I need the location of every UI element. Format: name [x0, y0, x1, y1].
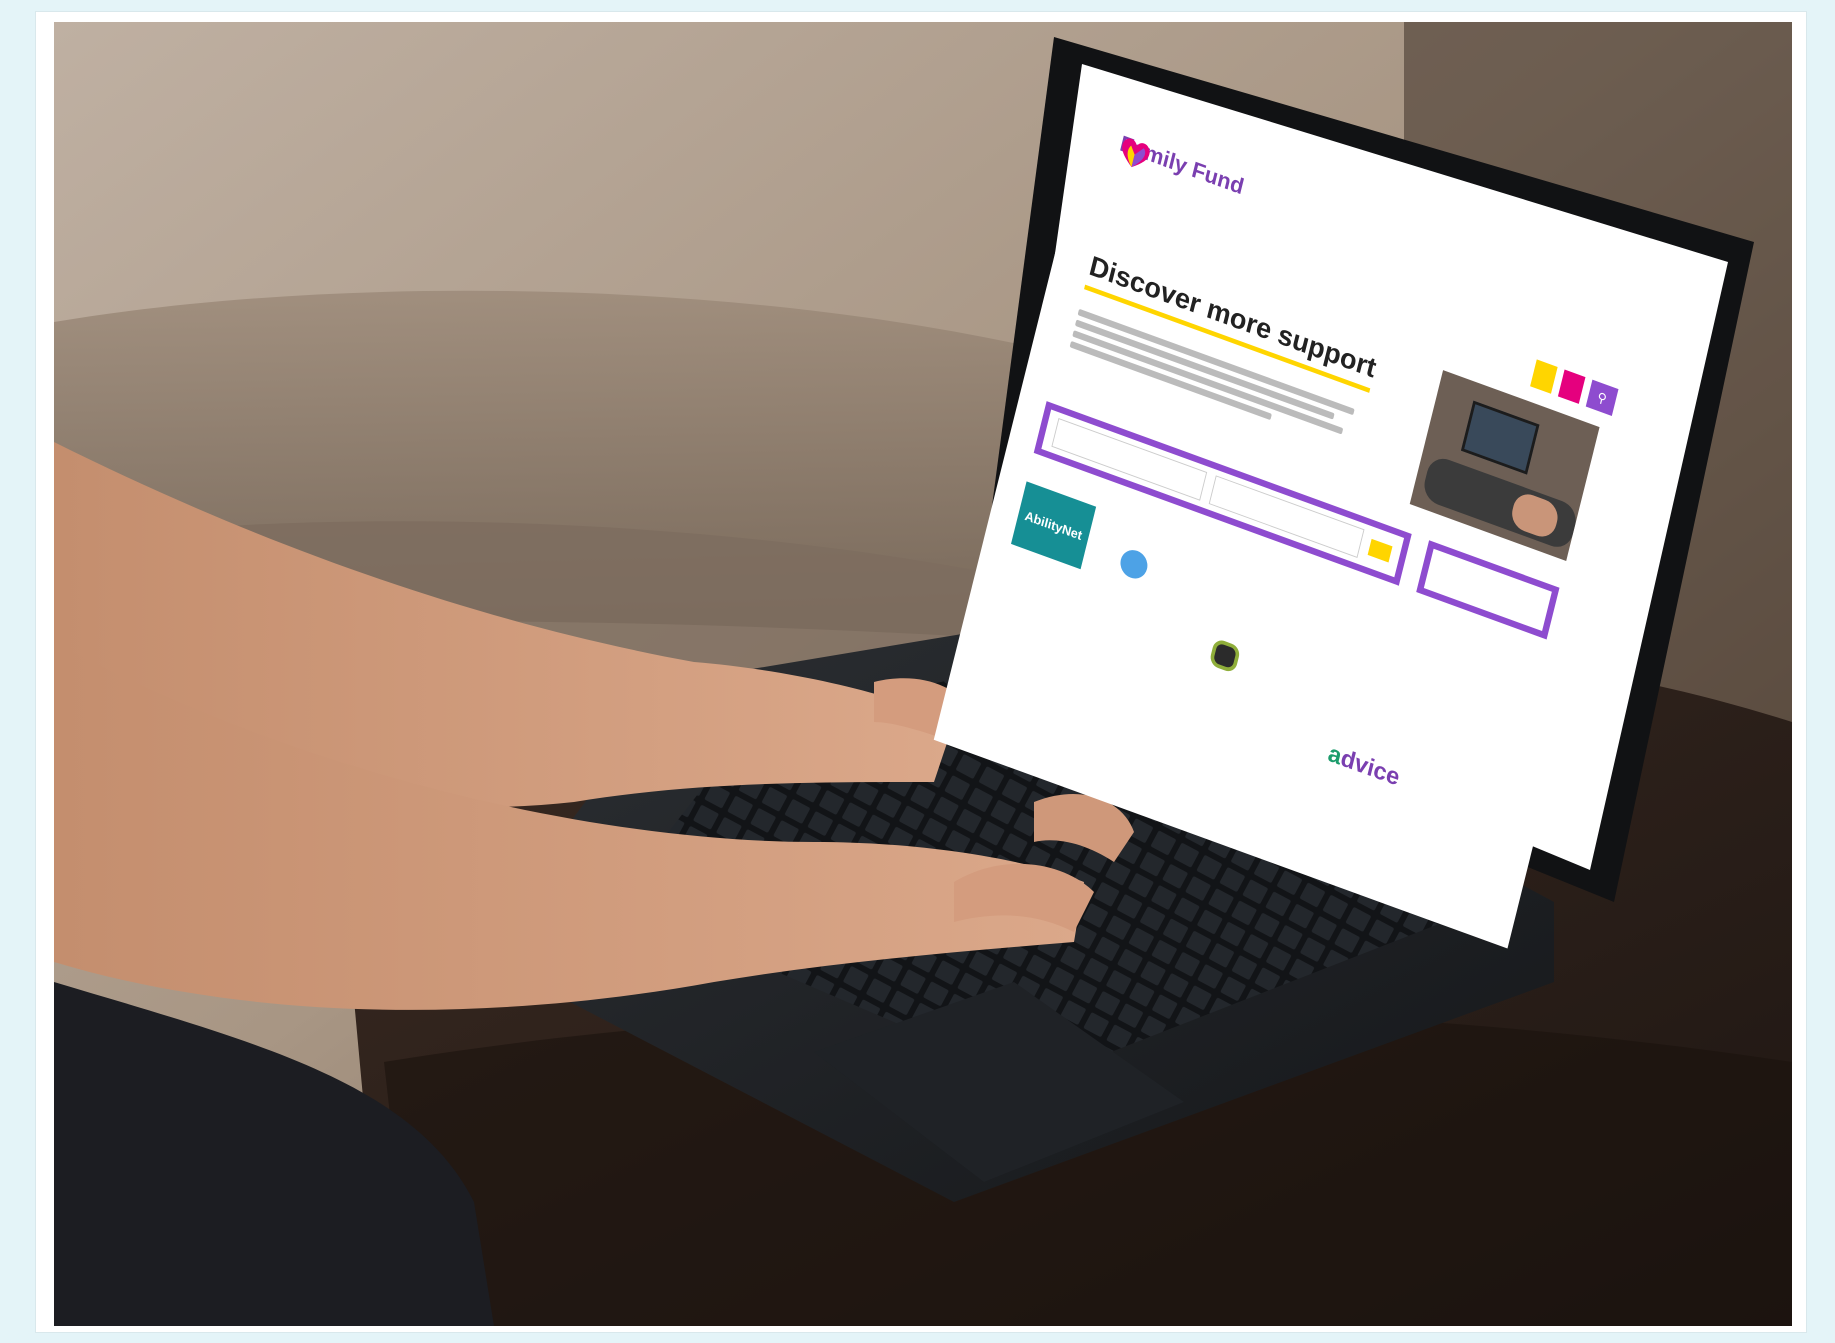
arm-in-photo	[1420, 453, 1580, 553]
photo-frame: Family Fund ⚲ Discover more support Abil…	[36, 12, 1806, 1332]
abilitynet-logo[interactable]: AbilityNet	[1011, 481, 1097, 570]
search-icon: ⚲	[1595, 388, 1609, 407]
filter-button[interactable]	[1367, 538, 1393, 563]
donate-button[interactable]	[1557, 369, 1586, 404]
dvice-logo-text: dvice	[1338, 743, 1403, 792]
header-search-button[interactable]: ⚲	[1585, 379, 1619, 416]
dvice-logo[interactable]: advice	[1325, 739, 1403, 792]
org-logo-blue[interactable]	[1112, 546, 1194, 620]
apply-button[interactable]	[1530, 359, 1558, 394]
org-logo-green[interactable]	[1208, 637, 1242, 674]
heart-logo-icon	[1122, 138, 1150, 168]
monitor-in-photo	[1460, 400, 1540, 475]
laptop-typing-photo: Family Fund ⚲ Discover more support Abil…	[54, 22, 1792, 1326]
main-nav	[1109, 190, 1213, 228]
